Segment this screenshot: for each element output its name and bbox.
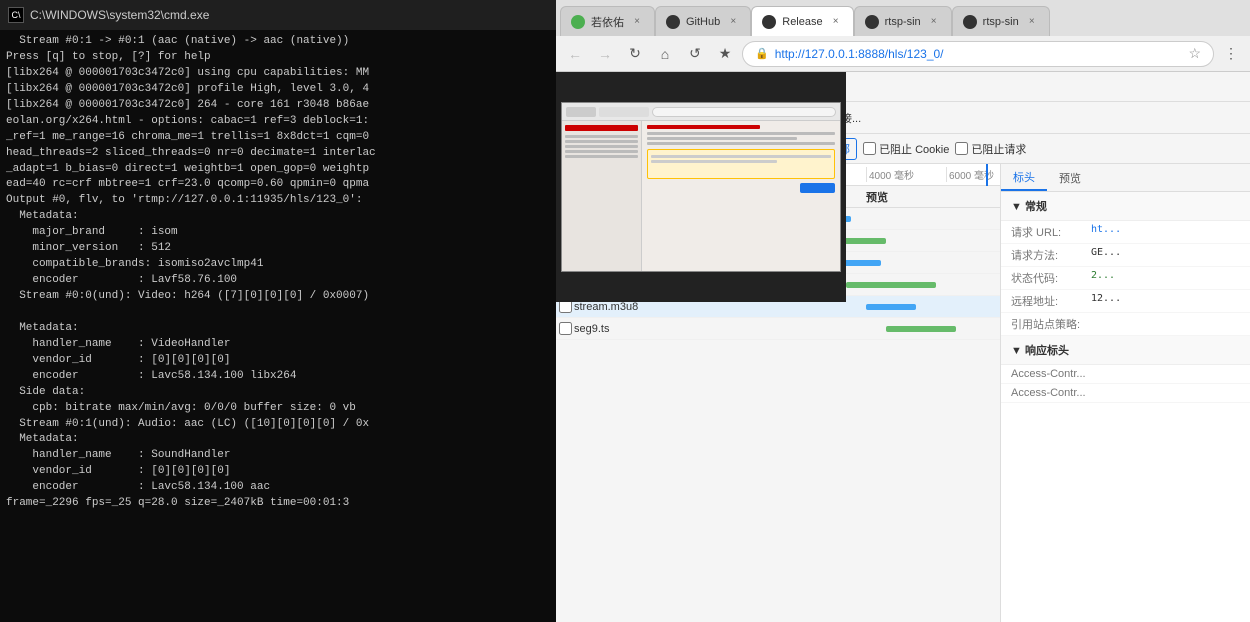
detail-field-key: 状态代码:: [1011, 270, 1091, 286]
tab-label-rtsp2: rtsp-sin: [983, 16, 1019, 28]
cmd-content: Stream #0:1 -> #0:1 (aac (native) -> aac…: [0, 30, 556, 622]
timeline-mark: 6000 毫秒: [946, 167, 1000, 182]
detail-tab-preview[interactable]: 预览: [1047, 166, 1093, 190]
browser-tab-rtsp2[interactable]: rtsp-sin ×: [952, 6, 1050, 36]
cmd-title: C:\WINDOWS\system32\cmd.exe: [30, 8, 209, 22]
tab-close-rtsp1[interactable]: ×: [927, 15, 941, 29]
tab-favicon-ruoyi: [571, 15, 585, 29]
tab-favicon-release: [762, 15, 776, 29]
detail-field-row: 请求方法:GE...: [1001, 244, 1250, 267]
detail-section-response: ▼ 响应标头: [1001, 336, 1250, 365]
network-row[interactable]: seg9.ts: [556, 318, 1000, 340]
detail-field-val: ht...: [1091, 224, 1240, 240]
detail-response-key: Access-Contr...: [1011, 368, 1141, 380]
row-bar: [786, 325, 1000, 333]
row-bar-inner: [846, 282, 936, 288]
favorite-icon: ☆: [1188, 45, 1201, 62]
detail-tab-headers[interactable]: 标头: [1001, 165, 1047, 191]
tab-close-ruoyi[interactable]: ×: [630, 15, 644, 29]
tab-label-ruoyi: 若依佑: [591, 14, 624, 30]
row-bar-inner: [866, 304, 916, 310]
detail-field-key: 请求方法:: [1011, 247, 1091, 263]
settings-button[interactable]: ⋮: [1218, 41, 1244, 67]
tab-close-rtsp2[interactable]: ×: [1025, 15, 1039, 29]
row-checkbox-input[interactable]: [559, 322, 572, 335]
browser-toolbar: ← → ↻ ⌂ ↺ ★ 🔒 http://127.0.0.1:8888/hls/…: [556, 36, 1250, 72]
home-button[interactable]: ⌂: [652, 41, 678, 67]
blocked-cookie-checkbox[interactable]: [863, 142, 876, 155]
col-header-preview: 预览: [862, 189, 1000, 205]
detail-field-val: [1091, 316, 1240, 332]
detail-field-key: 引用站点策略:: [1011, 316, 1091, 332]
tab-label-rtsp1: rtsp-sin: [885, 16, 921, 28]
blocked-cookie-text: 已阻止 Cookie: [879, 141, 949, 157]
row-bar: [786, 303, 1000, 311]
bookmark-button[interactable]: ★: [712, 41, 738, 67]
tab-favicon-rtsp1: [865, 15, 879, 29]
browser-tabs: 若依佑 × GitHub × Release × rtsp-sin × rtsp-sin ×: [556, 0, 1250, 36]
detail-field-key: 请求 URL:: [1011, 224, 1091, 240]
detail-section-regular: ▼ 常规: [1001, 192, 1250, 221]
browser-tab-release[interactable]: Release ×: [751, 6, 853, 36]
detail-field-val: 2...: [1091, 270, 1240, 286]
secure-icon: 🔒: [755, 47, 769, 60]
tab-favicon-github: [666, 15, 680, 29]
cmd-window: C\ C:\WINDOWS\system32\cmd.exe Stream #0…: [0, 0, 556, 622]
detail-field-row: 引用站点策略:: [1001, 313, 1250, 336]
row-name: stream.m3u8: [574, 301, 786, 313]
blocked-cookie-label: 已阻止 Cookie: [863, 141, 949, 157]
back-button[interactable]: ←: [562, 41, 588, 67]
timeline-indicator: [986, 164, 988, 186]
address-bar[interactable]: 🔒 http://127.0.0.1:8888/hls/123_0/ ☆: [742, 41, 1214, 67]
detail-field-val: 12...: [1091, 293, 1240, 309]
history-back-button[interactable]: ↺: [682, 41, 708, 67]
detail-response-key: Access-Contr...: [1011, 387, 1141, 399]
video-preview-area: [556, 72, 846, 302]
row-checkbox[interactable]: [556, 322, 574, 335]
cmd-titlebar: C\ C:\WINDOWS\system32\cmd.exe: [0, 0, 556, 30]
detail-field-row: 状态代码:2...: [1001, 267, 1250, 290]
browser-tab-github[interactable]: GitHub ×: [655, 6, 751, 36]
address-text: http://127.0.0.1:8888/hls/123_0/: [775, 47, 1183, 61]
tab-label-release: Release: [782, 16, 822, 28]
detail-panel: 标头 预览 ▼ 常规 请求 URL:ht...请求方法:GE...状态代码:2.…: [1000, 164, 1250, 622]
tab-close-github[interactable]: ×: [726, 15, 740, 29]
cmd-icon: C\: [8, 7, 24, 23]
detail-response-row: Access-Contr...: [1001, 365, 1250, 384]
blocked-request-checkbox[interactable]: [955, 142, 968, 155]
tab-label-github: GitHub: [686, 16, 720, 28]
row-name: seg9.ts: [574, 323, 786, 335]
row-bar-inner: [886, 326, 956, 332]
forward-button[interactable]: →: [592, 41, 618, 67]
timeline-mark: 4000 毫秒: [866, 167, 946, 182]
detail-field-key: 远程地址:: [1011, 293, 1091, 309]
browser-tab-ruoyi[interactable]: 若依佑 ×: [560, 6, 655, 36]
detail-panel-tabs: 标头 预览: [1001, 164, 1250, 192]
detail-field-row: 请求 URL:ht...: [1001, 221, 1250, 244]
blocked-request-text: 已阻止请求: [971, 141, 1026, 157]
blocked-request-label: 已阻止请求: [955, 141, 1026, 157]
detail-response-val: [1141, 387, 1240, 399]
detail-response-row: Access-Contr...: [1001, 384, 1250, 403]
browser-tab-rtsp1[interactable]: rtsp-sin ×: [854, 6, 952, 36]
tab-close-release[interactable]: ×: [829, 15, 843, 29]
tab-favicon-rtsp2: [963, 15, 977, 29]
detail-response-val: [1141, 368, 1240, 380]
reload-button[interactable]: ↻: [622, 41, 648, 67]
detail-field-val: GE...: [1091, 247, 1240, 263]
detail-field-row: 远程地址:12...: [1001, 290, 1250, 313]
thumbnail-overlay: [561, 102, 841, 272]
